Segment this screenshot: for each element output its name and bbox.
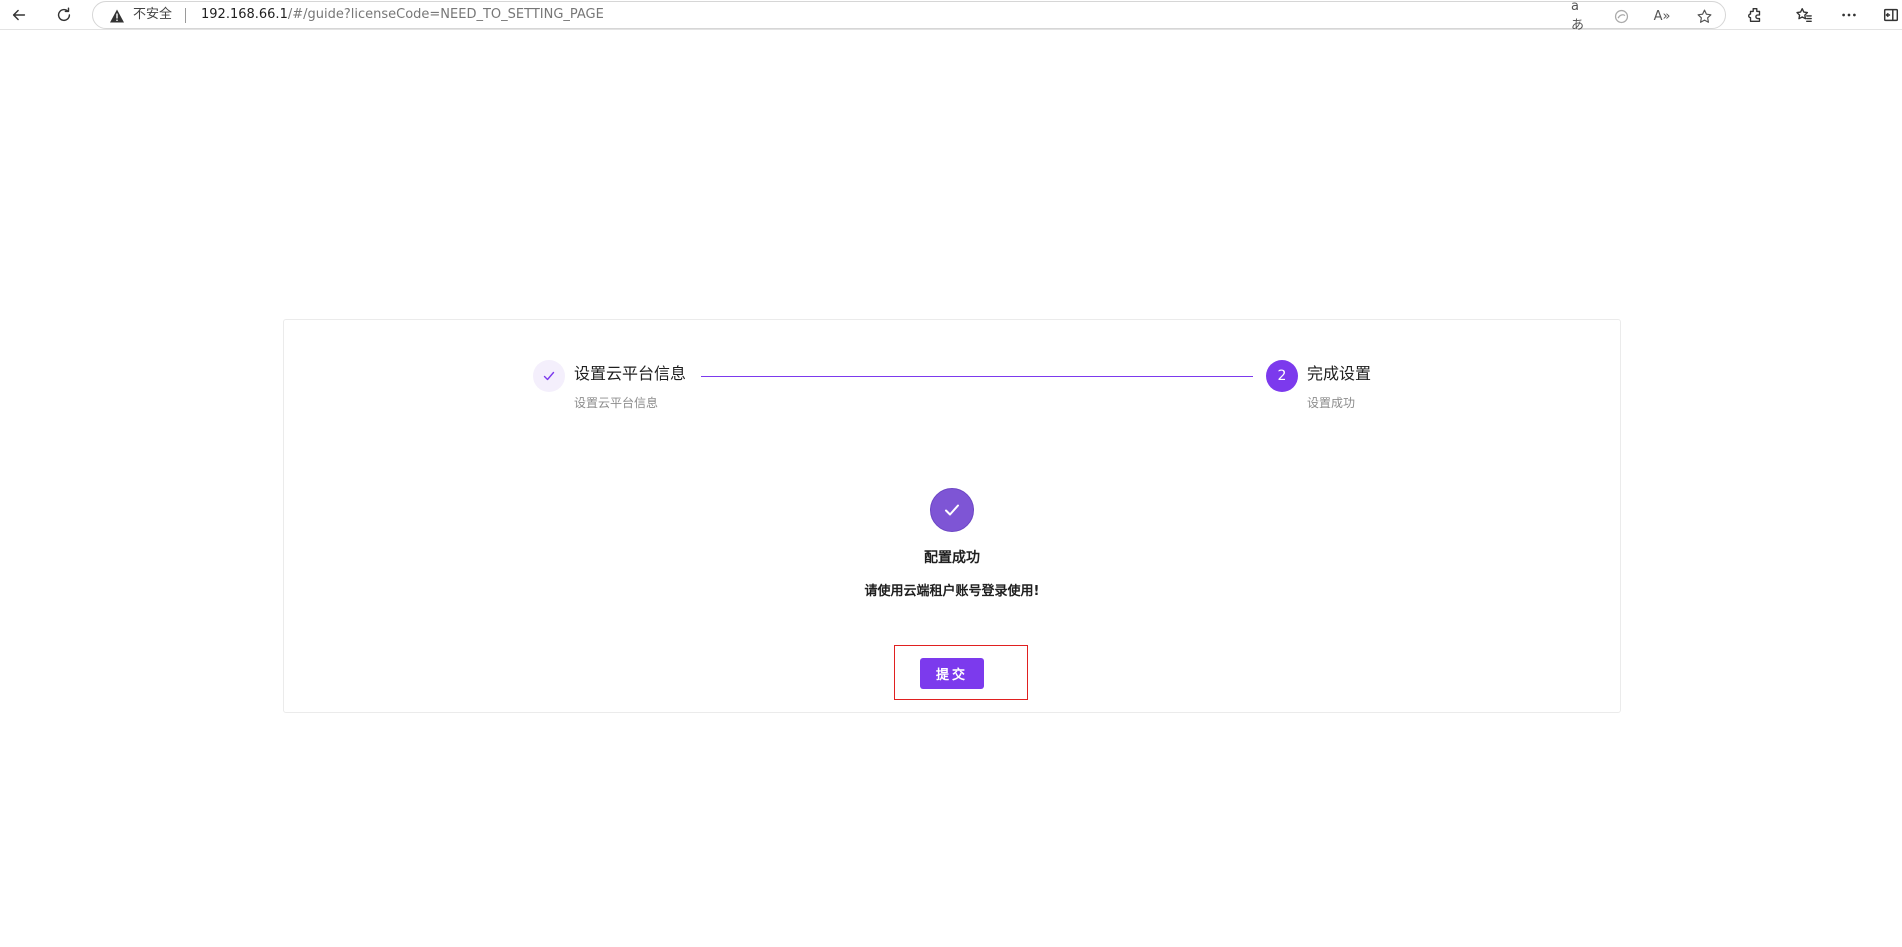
more-icon[interactable]	[1834, 0, 1864, 30]
translate-icon[interactable]: aあ	[1571, 0, 1591, 33]
step-1-description: 设置云平台信息	[574, 396, 659, 410]
browser-toolbar: 不安全 192.168.66.1/#/guide?licenseCode=NEE…	[0, 0, 1902, 33]
back-arrow-icon[interactable]	[4, 0, 34, 30]
star-icon[interactable]	[1694, 6, 1714, 26]
url-text[interactable]: 192.168.66.1/#/guide?licenseCode=NEED_TO…	[201, 2, 604, 28]
address-bar[interactable]: 不安全 192.168.66.1/#/guide?licenseCode=NEE…	[92, 0, 1726, 33]
warning-icon[interactable]	[109, 8, 125, 24]
result-title: 配置成功	[924, 550, 980, 566]
step-2-title: 完成设置	[1307, 364, 1372, 383]
check-circle-icon	[930, 488, 974, 532]
read-aloud-icon[interactable]: A»	[1652, 6, 1672, 26]
insecure-label[interactable]: 不安全	[133, 2, 172, 28]
sidebar-icon[interactable]	[1876, 0, 1902, 30]
step-connector-line	[701, 376, 1253, 377]
url-host: 192.168.66.1	[201, 7, 288, 22]
favorites-icon[interactable]	[1789, 0, 1819, 30]
tracking-prevention-icon[interactable]	[1611, 6, 1631, 26]
step-2-number-icon: 2	[1266, 360, 1298, 392]
result-subtitle: 请使用云端租户账号登录使用!	[864, 584, 1040, 599]
submit-button[interactable]: 提交	[920, 658, 984, 689]
step-2-description: 设置成功	[1307, 396, 1356, 410]
extensions-icon[interactable]	[1740, 0, 1770, 30]
step-1-title: 设置云平台信息	[574, 364, 687, 383]
step-1-finished-icon	[533, 360, 565, 392]
guide-card: 设置云平台信息 设置云平台信息 2 完成设置 设置成功 配置成功 请使用云端租户…	[283, 319, 1621, 713]
reload-icon[interactable]	[49, 0, 79, 30]
url-path: /#/guide?licenseCode=NEED_TO_SETTING_PAG…	[287, 7, 604, 22]
address-separator	[185, 8, 186, 23]
